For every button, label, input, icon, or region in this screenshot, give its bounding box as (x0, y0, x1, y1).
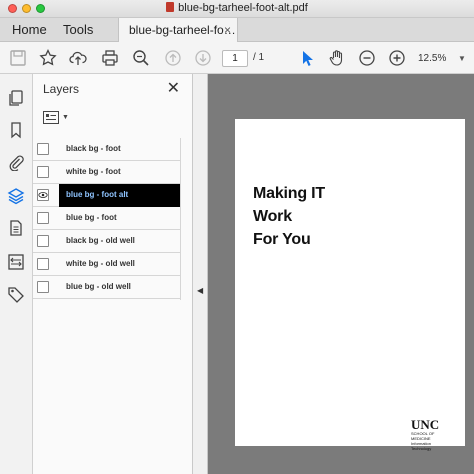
layer-visibility-toggle[interactable] (37, 235, 49, 247)
attachments-icon[interactable] (6, 152, 26, 172)
options-list-icon (43, 110, 59, 124)
close-tab-button[interactable]: × (224, 18, 231, 42)
layer-row[interactable]: white bg - foot (33, 161, 180, 184)
select-cursor-icon[interactable] (297, 48, 317, 68)
unc-logo: UNC SCHOOL OF MEDICINE Information Techn… (411, 418, 455, 451)
compare-icon[interactable] (6, 252, 26, 272)
tab-document-label: blue-bg-tarheel-fo… (129, 23, 236, 37)
collapse-arrow-icon[interactable]: ◀ (197, 286, 203, 295)
layer-visibility-toggle[interactable] (37, 189, 49, 201)
layers-panel: Layers ✕ ▼ black bg - foot white bg - foo… (33, 74, 193, 474)
page-number-input[interactable]: 1 (222, 50, 248, 67)
layer-visibility-toggle[interactable] (37, 166, 49, 178)
layer-options-menu[interactable]: ▼ (43, 109, 71, 125)
heading-line-1: Making IT (253, 185, 325, 202)
pdf-file-icon (166, 2, 175, 12)
document-icon[interactable] (6, 218, 26, 238)
zoom-level-select[interactable]: 12.5% (418, 50, 458, 67)
layer-visibility-toggle[interactable] (37, 212, 49, 224)
tab-document[interactable]: blue-bg-tarheel-fo… × (118, 18, 238, 43)
zoom-out-icon[interactable] (357, 48, 377, 68)
layers-list: black bg - foot white bg - foot blue bg - … (33, 138, 180, 299)
pages-icon[interactable] (6, 88, 26, 108)
chevron-down-icon[interactable]: ▼ (458, 54, 466, 63)
heading-line-3: For You (253, 231, 311, 248)
print-icon[interactable] (100, 48, 120, 68)
eye-icon (38, 192, 48, 198)
window-title-text: blue-bg-tarheel-foot-alt.pdf (178, 2, 308, 14)
layer-label: blue bg - foot alt (66, 190, 129, 199)
logo-line-1: SCHOOL OF MEDICINE (411, 431, 435, 441)
layer-row[interactable]: blue bg - foot alt (33, 184, 180, 207)
collapse-panel-strip[interactable]: ◀ (193, 74, 208, 474)
layer-visibility-toggle[interactable] (37, 281, 49, 293)
layer-row[interactable]: white bg - old well (33, 253, 180, 276)
tags-icon[interactable] (6, 284, 26, 304)
navigation-rail (0, 74, 33, 474)
save-icon[interactable] (8, 48, 28, 68)
logo-name: UNC (411, 417, 440, 432)
close-panel-button[interactable]: ✕ (167, 78, 180, 98)
layer-label: black bg - foot (66, 144, 121, 153)
layer-visibility-toggle[interactable] (37, 143, 49, 155)
upload-icon[interactable] (68, 48, 88, 68)
zoom-in-icon[interactable] (387, 48, 407, 68)
page-down-icon[interactable] (193, 48, 213, 68)
layer-label: white bg - old well (66, 259, 135, 268)
bookmark-star-icon[interactable] (38, 48, 58, 68)
layer-row[interactable]: blue bg - foot (33, 207, 180, 230)
window-title: blue-bg-tarheel-foot-alt.pdf (0, 2, 474, 14)
layer-visibility-toggle[interactable] (37, 258, 49, 270)
layer-row[interactable]: black bg - foot (33, 138, 180, 161)
layer-row[interactable]: blue bg - old well (33, 276, 180, 299)
layers-icon[interactable] (6, 186, 26, 206)
layer-label: black bg - old well (66, 236, 135, 245)
hand-icon[interactable] (327, 48, 347, 68)
bookmarks-icon[interactable] (6, 120, 26, 140)
layer-label: blue bg - old well (66, 282, 131, 291)
tab-home[interactable]: Home (12, 18, 47, 42)
page-total: / 1 (253, 52, 265, 63)
zoom-search-icon[interactable] (131, 48, 151, 68)
panel-title: Layers (43, 82, 80, 96)
title-bar: blue-bg-tarheel-foot-alt.pdf (0, 0, 474, 18)
tab-tools[interactable]: Tools (63, 18, 93, 42)
tab-bar: Home Tools blue-bg-tarheel-fo… × (0, 18, 474, 43)
panel-divider (180, 138, 181, 300)
layer-label: white bg - foot (66, 167, 121, 176)
page-up-icon[interactable] (163, 48, 183, 68)
chevron-down-icon: ▼ (62, 113, 69, 121)
heading-line-2: Work (253, 208, 292, 225)
layer-label: blue bg - foot (66, 213, 117, 222)
toolbar: 1 / 1 12.5% ▼ (0, 42, 474, 74)
pdf-page[interactable]: Making IT Work For You UNC SCHOOL OF MED… (235, 119, 465, 451)
layer-row[interactable]: black bg - old well (33, 230, 180, 253)
logo-line-3: Technology (411, 446, 432, 451)
